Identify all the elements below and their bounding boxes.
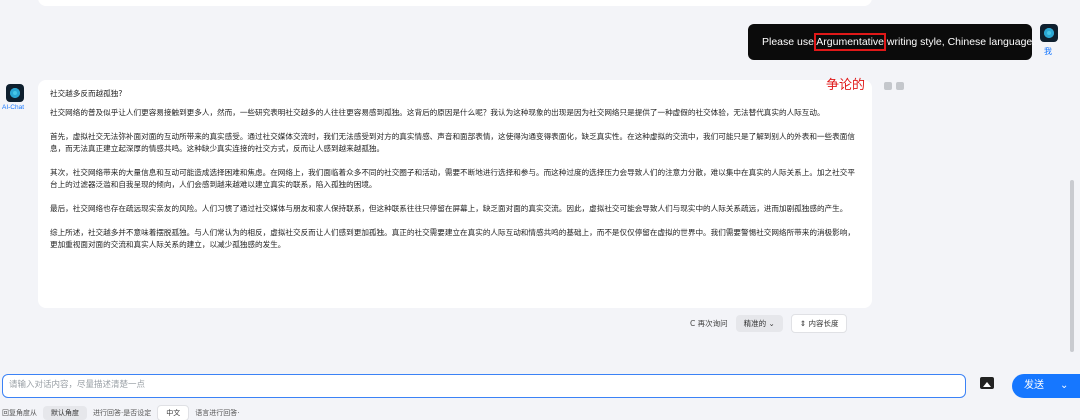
ai-paragraph: 首先，虚拟社交无法弥补面对面的互动所带来的真实感受。通过社交媒体交流时，我们无法… <box>50 132 855 153</box>
footer-middle: 进行回答·是否设定 <box>93 409 152 417</box>
regenerate-button[interactable]: C 再次询问 <box>690 318 728 329</box>
red-annotation: 争论的 <box>826 78 866 93</box>
send-label: 发送 <box>1024 380 1044 391</box>
user-message-bubble: Please use Argumentative writing style, … <box>748 24 1036 60</box>
response-actions: C 再次询问 精准的 ⌄ ⇕ 内容长度 <box>690 314 848 333</box>
user-avatar <box>1040 24 1058 42</box>
copy-icon[interactable] <box>884 82 892 90</box>
user-message-suffix: writing style, Chinese language. <box>884 36 1036 48</box>
angle-selector[interactable]: 默认角度 <box>43 406 87 420</box>
ai-paragraph: 其次，社交网络带来的大量信息和互动可能造成选择困难和焦虑。在网络上，我们面临着众… <box>50 168 855 189</box>
thumb-icon[interactable] <box>896 82 904 90</box>
chat-input[interactable]: 请输入对话内容，尽量描述清楚一点 <box>2 374 966 398</box>
image-upload-icon[interactable] <box>980 377 994 389</box>
message-tools <box>884 82 904 90</box>
scrollbar[interactable] <box>1070 180 1074 352</box>
precision-dropdown[interactable]: 精准的 ⌄ <box>735 315 783 332</box>
user-message-prefix: Please use <box>762 36 817 48</box>
highlighted-word: Argumentative <box>814 33 886 51</box>
send-button[interactable]: 发送 ⌄ <box>1012 374 1080 398</box>
ai-paragraph: 最后，社交网络也存在疏远现实亲友的风险。人们习惯了通过社交媒体与朋友和家人保持联… <box>50 204 848 213</box>
ai-paragraph: 综上所述，社交越多并不意味着摆脱孤独。与人们常认为的相反，虚拟社交反而让人们感到… <box>50 228 855 249</box>
ai-response-card: 社交越多反而越孤独? 社交网络的普及似乎让人们更容易接触到更多人，然而，一些研究… <box>38 80 872 308</box>
language-selector[interactable]: 中文 <box>157 405 190 420</box>
chevron-down-icon[interactable]: ⌄ <box>1060 374 1068 398</box>
footer-prefix: 回复角度从 <box>2 409 37 417</box>
ai-response-title: 社交越多反而越孤独? <box>50 89 123 98</box>
reply-settings: 回复角度从 默认角度 进行回答·是否设定 中文 语言进行回答· <box>2 405 239 420</box>
previous-message-card <box>38 0 872 6</box>
length-button[interactable]: ⇕ 内容长度 <box>790 314 848 333</box>
user-sender-label: 我 <box>1044 47 1052 56</box>
footer-suffix: 语言进行回答· <box>195 409 240 417</box>
ai-paragraph: 社交网络的普及似乎让人们更容易接触到更多人，然而，一些研究表明社交越多的人往往更… <box>50 108 825 117</box>
ai-sender-label: AI-Chat <box>2 104 25 111</box>
ai-avatar <box>6 84 24 102</box>
